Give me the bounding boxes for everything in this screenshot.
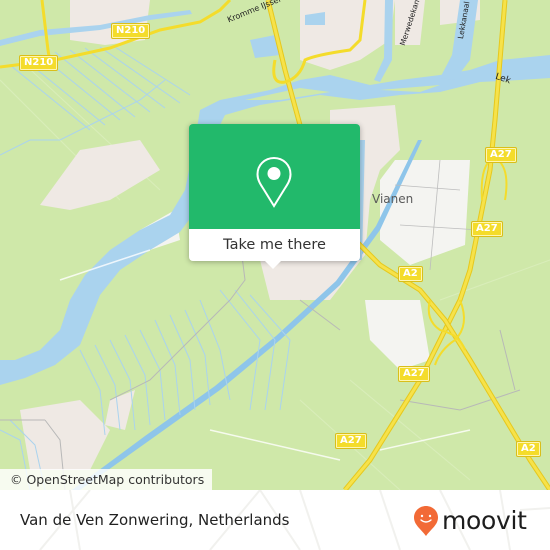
- road-shield-a27: A27: [486, 148, 516, 162]
- popup-header: [189, 124, 360, 229]
- moovit-logo[interactable]: moovit: [413, 505, 527, 537]
- road-shield-a27: A27: [399, 367, 429, 381]
- moovit-wordmark: moovit: [442, 506, 527, 535]
- moovit-pin-icon: [414, 506, 438, 536]
- map-attribution[interactable]: © OpenStreetMap contributors: [0, 469, 213, 490]
- location-popup: Take me there: [189, 124, 360, 269]
- take-me-there-button[interactable]: Take me there: [189, 229, 360, 261]
- road-shield-a2: A2: [399, 267, 422, 281]
- place-label-vianen: Vianen: [372, 192, 414, 206]
- road-shield-a2: A2: [517, 442, 540, 456]
- popup-pointer: [264, 260, 282, 269]
- map-view[interactable]: N210 N210 A27 A27 A2 A27 A27 A2 Vianen K…: [0, 0, 550, 490]
- road-shield-a27: A27: [472, 222, 502, 236]
- road-shield-a27: A27: [336, 434, 366, 448]
- location-title: Van de Ven Zonwering, Netherlands: [20, 511, 290, 529]
- road-shield-n210: N210: [112, 24, 150, 38]
- road-shield-n210: N210: [20, 56, 58, 70]
